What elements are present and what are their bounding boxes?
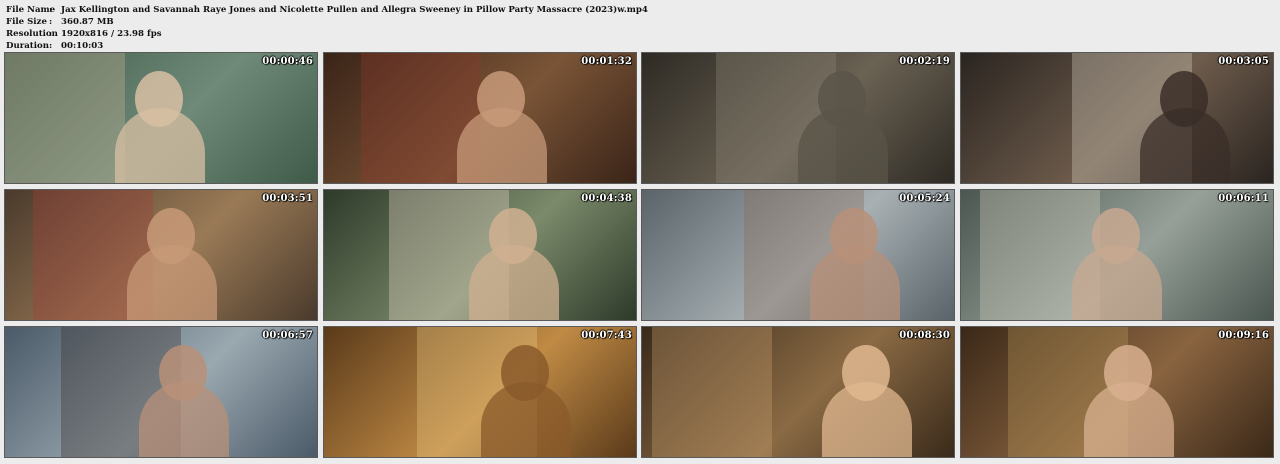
info-separator: : bbox=[49, 41, 53, 51]
thumbnail-timestamp: 00:03:05 bbox=[1218, 56, 1269, 67]
thumbnail-timestamp: 00:04:38 bbox=[581, 193, 632, 204]
info-row-file-name: File Name : Jax Kellington and Savannah … bbox=[6, 4, 1266, 16]
thumbnail-timestamp: 00:08:30 bbox=[899, 330, 950, 341]
scene-head-shape bbox=[501, 345, 549, 401]
scene-head-shape bbox=[830, 208, 878, 264]
scene-head-shape bbox=[477, 71, 525, 127]
video-thumbnail: 00:07:43 bbox=[323, 326, 637, 458]
video-thumbnail: 00:00:46 bbox=[4, 52, 318, 184]
scene-head-shape bbox=[1092, 208, 1140, 264]
thumbnail-timestamp: 00:02:19 bbox=[899, 56, 950, 67]
info-separator: : bbox=[49, 17, 53, 27]
info-row-file-size: File Size : 360.87 MB bbox=[6, 16, 1266, 28]
info-value: 1920x816 / 23.98 fps bbox=[61, 29, 162, 39]
video-thumbnail: 00:08:30 bbox=[641, 326, 955, 458]
info-separator: : bbox=[49, 5, 53, 15]
scene-head-shape bbox=[842, 345, 890, 401]
info-separator: : bbox=[49, 29, 53, 39]
video-thumbnail: 00:02:19 bbox=[641, 52, 955, 184]
thumbnail-timestamp: 00:05:24 bbox=[899, 193, 950, 204]
video-thumbnail: 00:06:11 bbox=[960, 189, 1274, 321]
video-thumbnail: 00:01:32 bbox=[323, 52, 637, 184]
info-row-duration: Duration : 00:10:03 bbox=[6, 40, 1266, 52]
scene-head-shape bbox=[489, 208, 537, 264]
video-thumbnail: 00:03:51 bbox=[4, 189, 318, 321]
info-value: 00:10:03 bbox=[61, 41, 104, 51]
scene-head-shape bbox=[135, 71, 183, 127]
scene-head-shape bbox=[1160, 71, 1208, 127]
scene-head-shape bbox=[159, 345, 207, 401]
scene-background-shape bbox=[5, 53, 125, 183]
thumbnail-timestamp: 00:09:16 bbox=[1218, 330, 1269, 341]
thumbnail-timestamp: 00:06:11 bbox=[1218, 193, 1269, 204]
thumbnail-timestamp: 00:07:43 bbox=[581, 330, 632, 341]
info-value: 360.87 MB bbox=[61, 17, 114, 27]
info-label: Resolution bbox=[6, 29, 58, 39]
video-thumbnail: 00:05:24 bbox=[641, 189, 955, 321]
info-label: File Name bbox=[6, 5, 56, 15]
video-thumbnail: 00:03:05 bbox=[960, 52, 1274, 184]
scene-head-shape bbox=[818, 71, 866, 127]
scene-head-shape bbox=[147, 208, 195, 264]
video-thumbnail: 00:04:38 bbox=[323, 189, 637, 321]
thumbnail-timestamp: 00:03:51 bbox=[262, 193, 313, 204]
info-row-resolution: Resolution : 1920x816 / 23.98 fps bbox=[6, 28, 1266, 40]
file-info-header: File Name : Jax Kellington and Savannah … bbox=[6, 4, 1266, 52]
video-thumbnail: 00:06:57 bbox=[4, 326, 318, 458]
thumbnail-timestamp: 00:01:32 bbox=[581, 56, 632, 67]
info-value: Jax Kellington and Savannah Raye Jones a… bbox=[61, 5, 648, 15]
scene-head-shape bbox=[1104, 345, 1152, 401]
thumbnail-timestamp: 00:00:46 bbox=[262, 56, 313, 67]
info-label: File Size bbox=[6, 17, 47, 27]
scene-background-shape bbox=[652, 327, 772, 457]
info-label: Duration bbox=[6, 41, 50, 51]
thumbnail-timestamp: 00:06:57 bbox=[262, 330, 313, 341]
video-thumbnail: 00:09:16 bbox=[960, 326, 1274, 458]
